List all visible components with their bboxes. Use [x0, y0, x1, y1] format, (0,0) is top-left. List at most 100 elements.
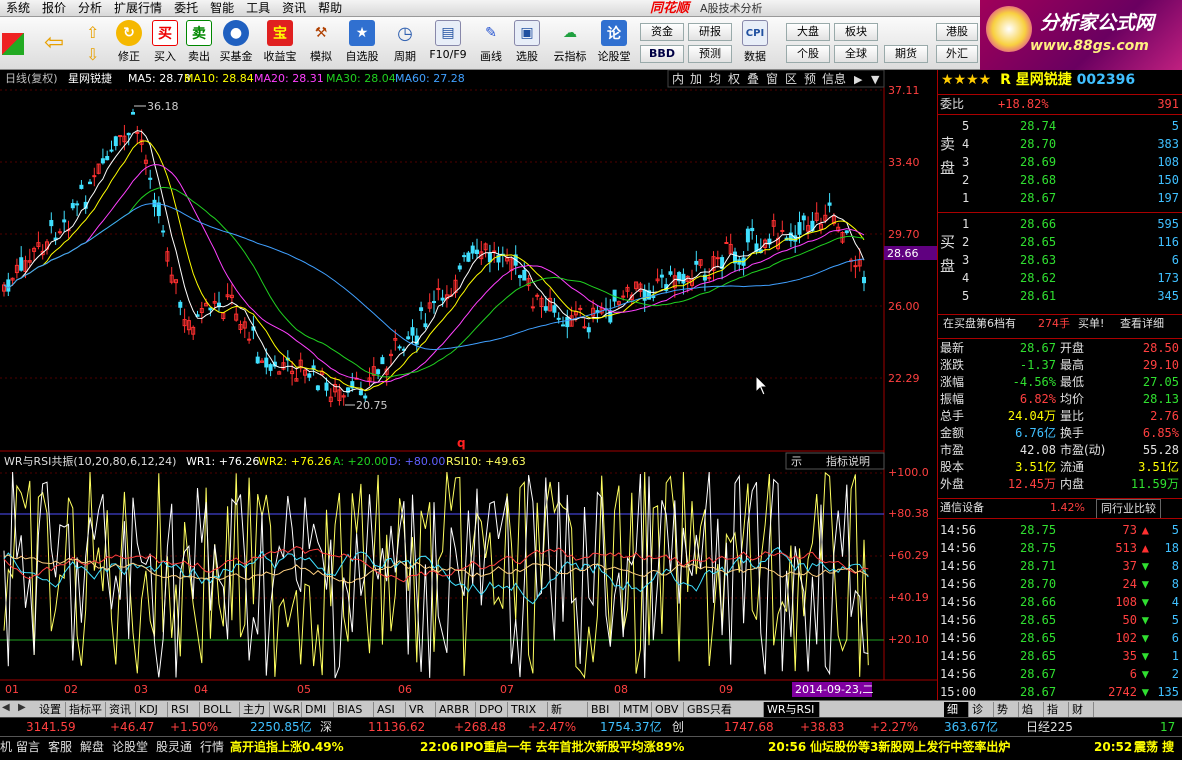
data-button[interactable]: CPI 数据 [738, 20, 772, 68]
market-button[interactable]: 大盘 [786, 23, 830, 41]
sell-level-row[interactable]: 3 28.69 108 [938, 153, 1182, 171]
sell-level-row[interactable]: 4 28.70 383 [938, 135, 1182, 153]
tick-row[interactable]: 14:56 28.67 6 2 ▼ [938, 665, 1182, 683]
market-link[interactable]: 行情 [200, 737, 224, 757]
menu-system[interactable]: 系统 [0, 0, 36, 17]
buy-level-row[interactable]: 1 28.66 595 [938, 215, 1182, 233]
capital-button[interactable]: 资金 [640, 23, 684, 41]
analysis-link[interactable]: 解盘 [80, 737, 104, 757]
buy-level-row[interactable]: 3 28.63 6 [938, 251, 1182, 269]
bbd-button[interactable]: BBD [640, 45, 684, 63]
f10-button[interactable]: ▤ F10/F9 [428, 20, 468, 68]
tab-scroll-right-icon[interactable]: ▶ [18, 702, 26, 713]
kline-chart[interactable]: 日线(复权) 星网锐捷 MA5: 28.73 MA10: 28.84 MA20:… [0, 70, 937, 700]
quote-row[interactable]: 市盈 42.08 市盈(动) 55.28 [938, 441, 1182, 459]
sector-name[interactable]: 通信设备 [940, 499, 984, 517]
quote-row[interactable]: 股本 3.51亿 流通 3.51亿 [938, 458, 1182, 476]
sell-level-row[interactable]: 5 28.74 5 [938, 117, 1182, 135]
tab-indicator[interactable]: DPO [476, 702, 508, 717]
tick-row[interactable]: 14:56 28.70 24 8 ▼ [938, 575, 1182, 593]
buy-fund-button[interactable]: ● 买基金 [216, 20, 256, 68]
forum-button[interactable]: 论论股堂 [594, 20, 634, 68]
quote-row[interactable]: 最新 28.67 开盘 28.50 [938, 339, 1182, 357]
buy-level-row[interactable]: 5 28.61 345 [938, 287, 1182, 305]
panel-tab[interactable]: 诊 [969, 702, 994, 717]
quote-row[interactable]: 总手 24.04万 量比 2.76 [938, 407, 1182, 425]
forex-button[interactable]: 外汇 [936, 45, 978, 63]
tab-indicator[interactable]: KDJ [136, 702, 168, 717]
side-btn-add[interactable]: 加 [690, 72, 702, 86]
buy-level-row[interactable]: 2 28.65 116 [938, 233, 1182, 251]
tick-row[interactable]: 14:56 28.65 50 5 ▼ [938, 611, 1182, 629]
watchlist-button[interactable]: ★ 自选股 [342, 20, 382, 68]
side-btn-info[interactable]: 信息 [822, 71, 846, 86]
sector-button[interactable]: 板块 [834, 23, 878, 41]
message-link[interactable]: 留言 [16, 737, 40, 757]
sell-button[interactable]: 卖卖出 [182, 20, 216, 68]
menu-ext-quote[interactable]: 扩展行情 [108, 0, 168, 17]
panel-tab[interactable]: 细 [944, 702, 969, 717]
panel-tab[interactable]: 指 [1044, 702, 1069, 717]
sector-compare-button[interactable]: 同行业比较 [1096, 499, 1161, 519]
grid-icon[interactable] [2, 33, 24, 55]
tick-row[interactable]: 14:56 28.75 513 18 ▲ [938, 539, 1182, 557]
up-arrow-icon[interactable]: ⇧ [86, 23, 106, 43]
forum-link[interactable]: 论股堂 [112, 737, 148, 757]
tab-scroll-left-icon[interactable]: ◀ [2, 702, 10, 713]
panel-tab[interactable]: 财 [1069, 702, 1094, 717]
tab-indicator[interactable]: GBS只看MACD [684, 702, 764, 731]
side-btn-preview[interactable]: 预 [804, 72, 816, 86]
menu-tools[interactable]: 工具 [240, 0, 276, 17]
down-arrow-icon[interactable]: ⇩ [86, 45, 106, 65]
tab-indicator[interactable]: BBI [588, 702, 620, 717]
news-item[interactable]: 仙坛股份等3新股网上发行中签率出炉 [810, 737, 1010, 757]
show-button[interactable]: 示 [791, 455, 802, 468]
menu-news[interactable]: 资讯 [276, 0, 312, 17]
tab-indicator[interactable]: 资讯 [106, 702, 136, 717]
tick-row[interactable]: 14:56 28.65 35 1 ▼ [938, 647, 1182, 665]
menu-quote[interactable]: 报价 [36, 0, 72, 17]
simulate-button[interactable]: ⚒ 模拟 [304, 20, 338, 68]
menu-trade[interactable]: 委托 [168, 0, 204, 17]
tab-indicator[interactable]: VR [406, 702, 436, 717]
stock-button[interactable]: 个股 [786, 45, 830, 63]
side-btn-avg[interactable]: 均 [709, 72, 721, 86]
menu-analysis[interactable]: 分析 [72, 0, 108, 17]
futures-button[interactable]: 期货 [884, 45, 928, 63]
buy-level-row[interactable]: 4 28.62 173 [938, 269, 1182, 287]
global-button[interactable]: 全球 [834, 45, 878, 63]
forecast-button[interactable]: 预测 [688, 45, 732, 63]
tab-indicator[interactable]: W&R [270, 702, 302, 717]
tab-indicator[interactable]: 新DMA [548, 702, 588, 731]
tab-indicator[interactable]: ASI [374, 702, 406, 717]
menu-help[interactable]: 帮助 [312, 0, 348, 17]
tab-indicator[interactable]: TRIX [508, 702, 548, 717]
tick-row[interactable]: 14:56 28.65 102 6 ▼ [938, 629, 1182, 647]
tab-indicator[interactable]: WR与RSI [764, 702, 820, 717]
tick-row[interactable]: 14:56 28.71 37 8 ▼ [938, 557, 1182, 575]
side-btn-right[interactable]: 权 [728, 72, 740, 86]
chevron-left-icon[interactable]: ▶ [854, 73, 863, 86]
quote-row[interactable]: 金额 6.76亿 换手 6.85% [938, 424, 1182, 442]
tick-row[interactable]: 14:56 28.75 73 5 ▲ [938, 521, 1182, 539]
stock-picker-button[interactable]: ▣ 选股 [510, 20, 544, 68]
indicator-help-button[interactable]: 指标说明 [826, 454, 870, 468]
period-button[interactable]: ◷ 周期 [388, 20, 422, 68]
news-item[interactable]: 高开追指上涨0.49% [230, 737, 344, 757]
chevron-down-icon[interactable]: ▼ [871, 73, 880, 86]
stock-spirit-link[interactable]: 股灵通 [156, 737, 192, 757]
side-btn-inner[interactable]: 内 [672, 72, 684, 86]
fix-button[interactable]: ↻ 修正 [112, 20, 146, 68]
news-item[interactable]: 震荡 搜 [1134, 737, 1174, 757]
panel-tab[interactable]: 焰 [1019, 702, 1044, 717]
menu-smart[interactable]: 智能 [204, 0, 240, 17]
sell-level-row[interactable]: 1 28.67 197 [938, 189, 1182, 207]
profit-treasure-button[interactable]: 宝收益宝 [260, 20, 300, 68]
queue-action[interactable]: 买单! [1078, 315, 1104, 333]
research-button[interactable]: 研报 [688, 23, 732, 41]
hk-stock-button[interactable]: 港股 [936, 23, 978, 41]
tab-indicator[interactable]: DMI [302, 702, 334, 717]
sh-index[interactable]: 3141.59 [26, 718, 76, 737]
tab-indicator[interactable]: BIAS [334, 702, 374, 717]
cy-index[interactable]: 1747.68 [724, 718, 774, 737]
